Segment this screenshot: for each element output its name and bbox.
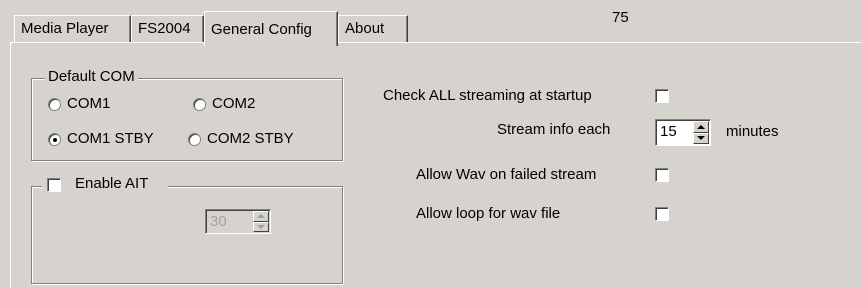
- ait-spinner-up-button: [253, 211, 269, 222]
- stream-info-down-button[interactable]: [693, 132, 709, 144]
- chevron-down-icon: [257, 224, 265, 229]
- ait-spinner-down-button: [253, 221, 269, 232]
- tab-about[interactable]: About: [338, 15, 408, 42]
- counter-value: 75: [612, 9, 629, 26]
- chevron-up-icon: [257, 214, 265, 219]
- default-com-legend: Default COM: [45, 68, 138, 85]
- chevron-down-icon: [697, 136, 705, 141]
- tab-fs2004[interactable]: FS2004: [131, 15, 204, 42]
- stream-info-spinner[interactable]: 15: [655, 119, 711, 146]
- ait-spinner-value: 30: [210, 213, 227, 230]
- allow-loop-label: Allow loop for wav file: [416, 205, 561, 222]
- stream-info-unit: minutes: [726, 123, 779, 140]
- radio-com1-stby[interactable]: [48, 133, 61, 146]
- check-all-label: Check ALL streaming at startup: [383, 87, 592, 104]
- enable-ait-label[interactable]: Enable AIT: [75, 175, 148, 192]
- tab-label: About: [345, 20, 385, 37]
- ait-spinner: 30: [205, 209, 271, 234]
- enable-ait-checkbox[interactable]: [47, 178, 61, 192]
- allow-loop-checkbox[interactable]: [655, 207, 669, 221]
- chevron-up-icon: [697, 124, 705, 129]
- radio-com1-label[interactable]: COM1: [67, 95, 110, 112]
- allow-wav-label: Allow Wav on failed stream: [416, 166, 597, 183]
- check-all-checkbox[interactable]: [655, 89, 669, 103]
- tab-label: FS2004: [138, 20, 191, 37]
- radio-com2[interactable]: [193, 98, 206, 111]
- tab-general-config[interactable]: General Config: [204, 11, 338, 46]
- panel-border-top: [10, 42, 861, 43]
- default-com-group: [31, 78, 343, 161]
- stream-info-value[interactable]: 15: [660, 123, 677, 140]
- radio-com2-label[interactable]: COM2: [212, 95, 255, 112]
- tab-label: General Config: [211, 21, 312, 38]
- stream-info-label: Stream info each: [497, 121, 611, 138]
- tab-label: Media Player: [21, 20, 109, 37]
- ait-group: [31, 186, 343, 284]
- radio-com1-stby-label[interactable]: COM1 STBY: [67, 130, 154, 147]
- radio-com1[interactable]: [48, 98, 61, 111]
- panel-border-left: [10, 42, 11, 288]
- allow-wav-checkbox[interactable]: [655, 168, 669, 182]
- stream-info-up-button[interactable]: [693, 121, 709, 133]
- radio-com2-stby-label[interactable]: COM2 STBY: [207, 130, 294, 147]
- tab-media-player[interactable]: Media Player: [14, 15, 131, 42]
- radio-com2-stby[interactable]: [188, 133, 201, 146]
